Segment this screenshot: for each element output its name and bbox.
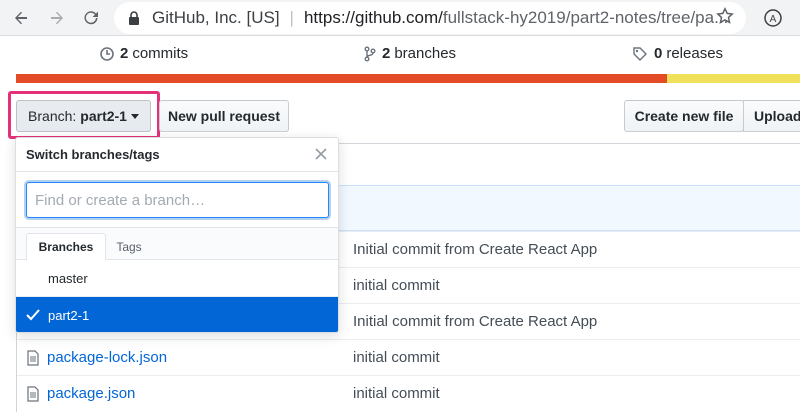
language-bar[interactable] [16, 74, 800, 83]
commits-stat[interactable]: 2 commits [100, 45, 188, 62]
svg-text:A: A [770, 14, 777, 25]
tag-icon [633, 46, 647, 61]
commits-label: commits [132, 45, 189, 62]
close-icon[interactable] [314, 147, 328, 161]
language-bar-segment[interactable] [16, 74, 667, 83]
tab-tags[interactable]: Tags [112, 233, 146, 261]
history-icon [100, 46, 114, 61]
releases-count: 0 [654, 45, 663, 62]
branches-label: branches [394, 45, 457, 62]
address-bar[interactable]: GitHub, Inc. [US] | https://github.com/f… [114, 2, 746, 34]
lock-icon [129, 11, 139, 25]
highlight-annotation [8, 91, 160, 139]
file-link[interactable]: package.json [27, 385, 135, 402]
browser-toolbar: GitHub, Inc. [US] | https://github.com/f… [0, 0, 800, 36]
releases-label: releases [666, 45, 724, 62]
branches-stat[interactable]: 2 branches [364, 45, 456, 62]
url-separator: | [289, 8, 294, 27]
file-name: package-lock.json [47, 349, 168, 366]
commit-message[interactable]: Initial commit from Create React App [353, 241, 597, 258]
dropdown-header: Switch branches/tags [16, 138, 338, 172]
branch-dropdown: Switch branches/tags Branches Tags maste… [15, 137, 339, 333]
dropdown-title: Switch branches/tags [26, 147, 160, 162]
tab-branches[interactable]: Branches [26, 233, 106, 261]
file-link[interactable]: package-lock.json [27, 349, 167, 366]
branches-count: 2 [382, 45, 391, 62]
url-rest: fullstack-hy2019/part2-notes/tree/pa... [442, 8, 729, 27]
dropdown-tabs: Branches Tags [16, 228, 338, 261]
branch-filter-input[interactable] [26, 182, 329, 218]
branch-item-label: master [48, 270, 88, 286]
branch-item-part2-1[interactable]: part2-1 [16, 297, 338, 332]
filter-area [16, 172, 338, 228]
site-org-name: GitHub, Inc. [US] [152, 8, 280, 27]
commit-message[interactable]: Initial commit from Create React App [353, 313, 597, 330]
url-text: https://github.com/fullstack-hy2019/part… [304, 8, 728, 28]
check-icon [26, 309, 40, 321]
file-icon [27, 385, 39, 402]
commit-message[interactable]: initial commit [353, 349, 440, 366]
commit-message[interactable]: initial commit [353, 277, 440, 294]
star-bookmark-icon[interactable] [716, 7, 734, 25]
branch-item-label: part2-1 [48, 307, 90, 323]
url-main: https://github.com/ [303, 8, 443, 27]
table-row[interactable]: package.json initial commit [17, 375, 800, 411]
create-new-file-button[interactable]: Create new file [624, 100, 744, 132]
branch-icon [364, 46, 376, 61]
commits-count: 2 [120, 45, 129, 62]
upload-files-button[interactable]: Upload [743, 100, 800, 132]
repo-stats: 2 commits 2 branches 0 releases [16, 36, 800, 74]
reload-icon[interactable] [78, 5, 104, 31]
commit-message[interactable]: initial commit [353, 385, 440, 402]
file-icon [27, 349, 39, 366]
extension-icon[interactable]: A [762, 7, 784, 29]
file-name: package.json [47, 385, 136, 402]
forward-arrow-icon[interactable] [44, 5, 70, 31]
new-pull-request-button[interactable]: New pull request [159, 100, 289, 132]
table-row[interactable]: package-lock.json initial commit [17, 339, 800, 375]
branch-item-master[interactable]: master [16, 260, 338, 297]
releases-stat[interactable]: 0 releases [632, 45, 723, 62]
back-arrow-icon[interactable] [8, 5, 34, 31]
language-bar-segment[interactable] [666, 74, 800, 83]
